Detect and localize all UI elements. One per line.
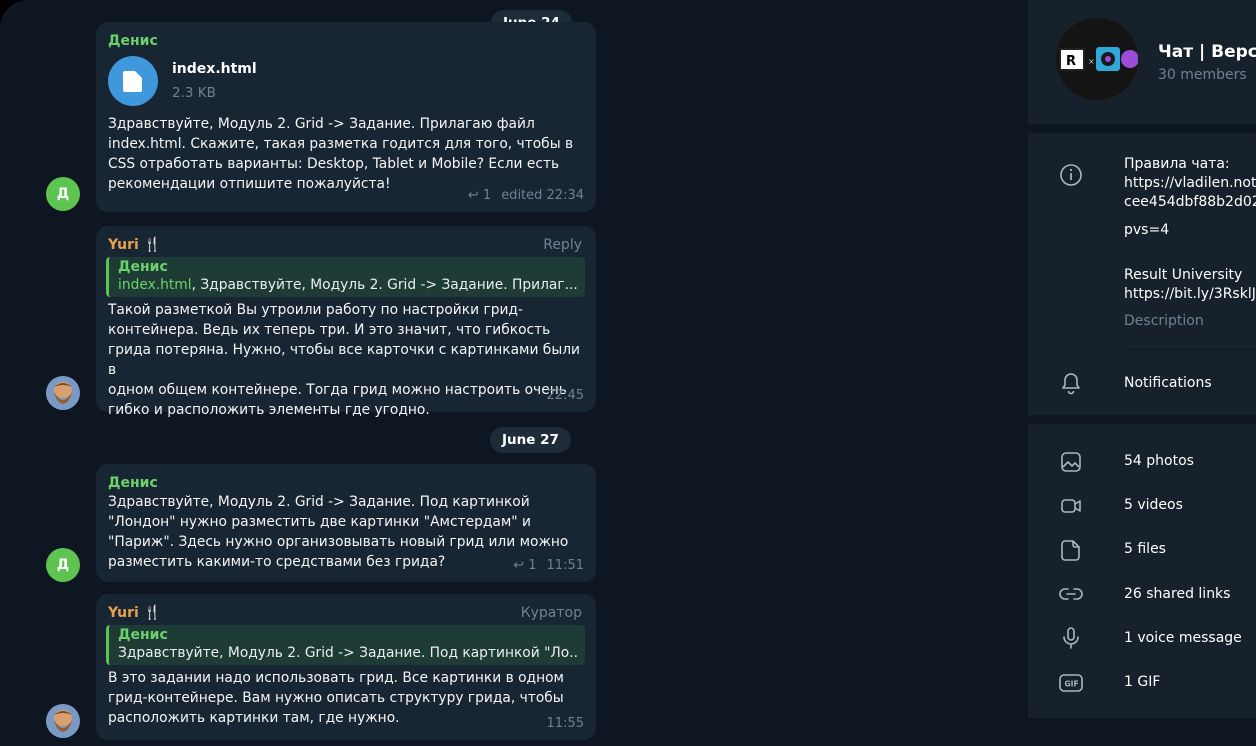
media-voice[interactable]: 1 voice message — [1124, 629, 1242, 648]
microphone-icon — [1063, 627, 1079, 649]
link-icon — [1059, 588, 1083, 600]
chat-rules-link-end[interactable]: pvs=4 — [1124, 221, 1169, 240]
chat-rules-link[interactable]: https://vladilen.noti — [1124, 174, 1256, 193]
svg-text:GIF: GIF — [1065, 680, 1079, 689]
sender-name[interactable]: Денис — [108, 32, 584, 50]
message-time: edited 22:34 — [501, 188, 584, 203]
reply-quote[interactable]: Денис Здравствуйте, Модуль 2. Grid -> За… — [106, 625, 585, 665]
message-time: 11:55 — [546, 716, 584, 731]
document-icon[interactable] — [108, 56, 158, 106]
media-photos[interactable]: 54 photos — [1124, 452, 1194, 471]
message-meta: ↩ 1 11:51 — [513, 556, 584, 576]
reply-label[interactable]: Reply — [543, 235, 582, 255]
svg-text:×: × — [1088, 57, 1095, 66]
quote-sender: Денис — [118, 259, 168, 275]
message-bubble[interactable]: Yuri 🍴 Куратор Денис Здравствуйте, Модул… — [96, 594, 596, 740]
section-divider — [1028, 415, 1256, 424]
quote-file-link: index.html — [118, 277, 192, 293]
quote-text: index.html, Здравствуйте, Модуль 2. Grid… — [118, 277, 577, 293]
sender-name[interactable]: Денис — [108, 474, 584, 492]
avatar[interactable] — [46, 376, 80, 410]
members-count[interactable]: 30 members — [1158, 67, 1247, 83]
quote-sender: Денис — [118, 627, 168, 643]
message-bubble[interactable]: Денис index.html 2.3 KB Здравствуйте, Мо… — [96, 22, 596, 212]
section-divider — [1028, 124, 1256, 133]
media-videos[interactable]: 5 videos — [1124, 496, 1183, 515]
replies-count[interactable]: ↩ 1 — [468, 188, 491, 203]
message-time: 11:51 — [546, 558, 584, 573]
description-label: Description — [1124, 313, 1204, 329]
university-label: Result University — [1124, 267, 1243, 283]
group-avatar[interactable]: R × — [1056, 18, 1138, 100]
gif-icon: GIF — [1059, 674, 1083, 692]
message-bubble[interactable]: Yuri 🍴 Reply Денис index.html, Здравству… — [96, 226, 596, 418]
sender-name[interactable]: Yuri 🍴 — [108, 604, 584, 622]
chat-area[interactable]: June 24 Денис index.html 2.3 KB Здравств… — [0, 0, 1028, 746]
file-icon — [1061, 540, 1080, 561]
message-text: Здравствуйте, Модуль 2. Grid -> Задание.… — [108, 116, 574, 192]
message-bubble[interactable]: Денис Здравствуйте, Модуль 2. Grid -> За… — [96, 464, 596, 582]
role-label: Куратор — [520, 605, 582, 621]
message-time: 22:45 — [546, 388, 584, 403]
quote-text: Здравствуйте, Модуль 2. Grid -> Задание.… — [118, 645, 577, 661]
group-title: Чат | Верс — [1158, 42, 1256, 62]
university-link[interactable]: https://bit.ly/3RsklJI — [1124, 285, 1256, 304]
message-meta: ↩ 1 edited 22:34 — [468, 186, 584, 206]
file-size: 2.3 KB — [172, 85, 216, 101]
photo-icon — [1061, 452, 1081, 472]
telegram-window: June 24 Денис index.html 2.3 KB Здравств… — [0, 0, 1256, 746]
info-icon — [1060, 164, 1082, 186]
svg-text:R: R — [1066, 54, 1076, 69]
chat-rules-label: Правила чата: — [1124, 156, 1230, 172]
row-divider — [1124, 349, 1256, 350]
avatar[interactable]: Д — [46, 548, 80, 582]
reply-quote[interactable]: Денис index.html, Здравствуйте, Модуль 2… — [106, 257, 585, 297]
message-text: В это задании надо использовать грид. Вс… — [108, 670, 564, 726]
notifications-toggle[interactable]: Notifications — [1124, 374, 1212, 393]
media-files[interactable]: 5 files — [1124, 540, 1166, 559]
bell-icon — [1062, 373, 1080, 395]
message-text: Такой разметкой Вы утроили работу по нас… — [108, 302, 580, 418]
chat-rules-link-cont[interactable]: cee454dbf88b2d02 — [1124, 193, 1256, 212]
media-links[interactable]: 26 shared links — [1124, 585, 1230, 604]
file-attachment[interactable]: index.html 2.3 KB — [108, 56, 584, 106]
group-header: R × Чат | Верс 30 members — [1028, 0, 1256, 124]
sender-name[interactable]: Yuri 🍴 — [108, 236, 584, 254]
video-icon — [1061, 499, 1081, 513]
group-info-panel: R × Чат | Верс 30 members Правила чата: … — [1028, 0, 1256, 746]
avatar[interactable] — [46, 704, 80, 738]
file-name: index.html — [172, 61, 257, 77]
avatar[interactable]: Д — [46, 177, 80, 211]
replies-count[interactable]: ↩ 1 — [513, 558, 536, 573]
date-separator: June 27 — [490, 427, 571, 453]
section-divider — [1028, 718, 1256, 746]
media-gifs[interactable]: 1 GIF — [1124, 673, 1160, 692]
